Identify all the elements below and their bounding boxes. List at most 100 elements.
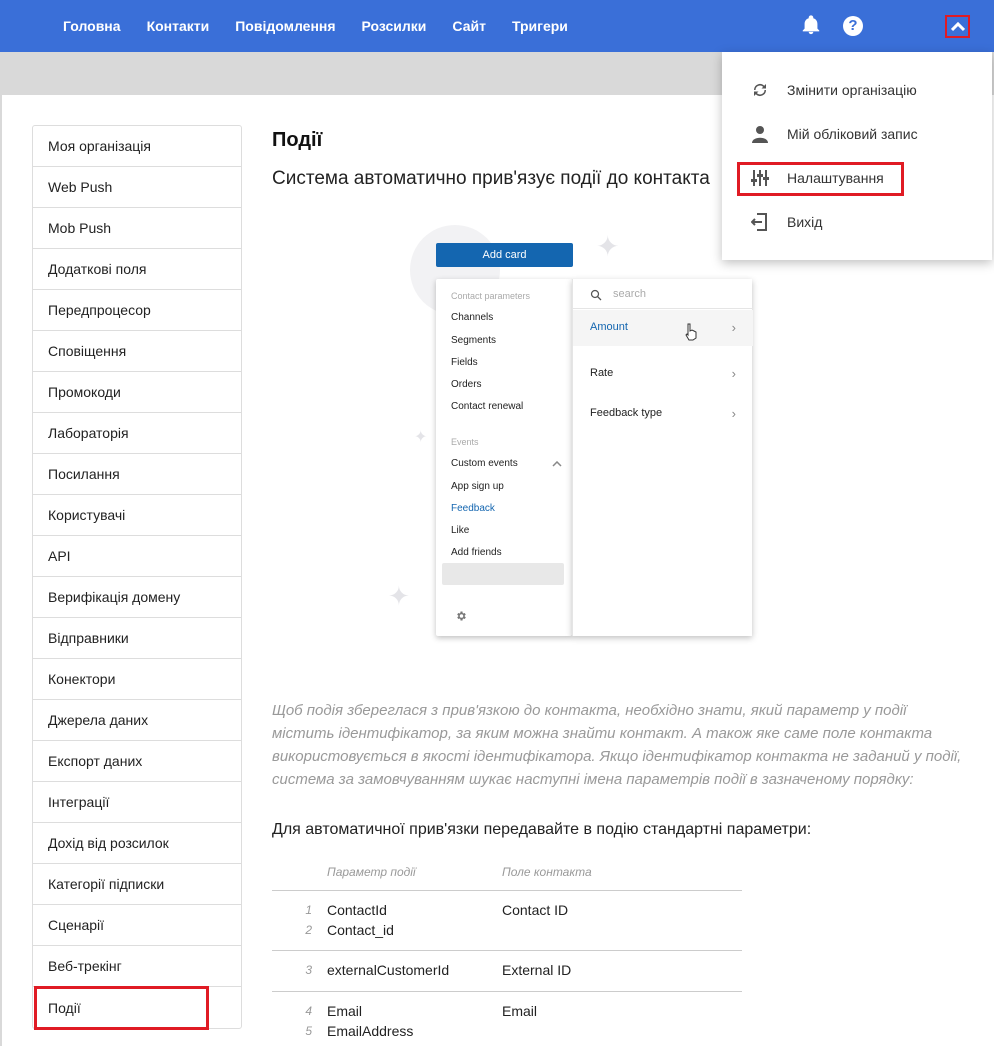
top-navigation-bar: Головна Контакти Повідомлення Розсилки С… (0, 0, 994, 52)
row-number: 3 (305, 963, 312, 977)
sidebar-item-web-tracking[interactable]: Веб-трекінг (33, 946, 241, 987)
sparkle-icon: ✦ (388, 581, 410, 611)
search-field: search (573, 279, 753, 309)
sidebar-item-links[interactable]: Посилання (33, 454, 241, 495)
row-number: 2 (305, 923, 312, 937)
chevron-up-icon (950, 21, 965, 31)
events-header: Events (451, 437, 479, 447)
help-icon[interactable]: ? (843, 16, 863, 36)
menu-item-my-account[interactable]: Мій обліковий запис (722, 117, 992, 151)
sidebar-item-connectors[interactable]: Конектори (33, 659, 241, 700)
add-card-button: Add card (436, 243, 573, 267)
sidebar-item-data-export[interactable]: Експорт даних (33, 741, 241, 782)
event-parameters-menu: search Amount › Rate › Feedback type › (572, 279, 753, 636)
chevron-right-icon: › (731, 406, 736, 421)
menu-item-rate: Rate (590, 367, 614, 379)
sidebar-item-campaign-revenue[interactable]: Дохід від розсилок (33, 823, 241, 864)
menu-item-label: Мій обліковий запис (787, 126, 918, 142)
selected-row-background (442, 563, 564, 585)
gear-icon (457, 611, 466, 621)
param-name: EmailAddress (327, 1023, 414, 1039)
search-icon (590, 289, 602, 301)
hand-cursor-icon (685, 323, 697, 341)
table-row: 4 Email 5 EmailAddress Email (272, 992, 742, 1046)
logout-icon (750, 212, 770, 232)
sidebar-item-api[interactable]: API (33, 536, 241, 577)
menu-item-contact-renewal: Contact renewal (451, 401, 524, 412)
sidebar-item-notifications[interactable]: Сповіщення (33, 331, 241, 372)
menu-item-like: Like (451, 525, 470, 536)
sidebar-item-domain-verification[interactable]: Верифікація домену (33, 577, 241, 618)
menu-item-logout[interactable]: Вихід (722, 205, 992, 239)
sidebar-item-additional-fields[interactable]: Додаткові поля (33, 249, 241, 290)
sidebar-item-laboratory[interactable]: Лабораторія (33, 413, 241, 454)
menu-item-orders: Orders (451, 379, 482, 390)
identifier-note: Щоб подія збереглася з прив'язкою до кон… (272, 702, 962, 788)
nav-contacts[interactable]: Контакти (134, 18, 223, 34)
sidebar-item-users[interactable]: Користувачі (33, 495, 241, 536)
nav-site[interactable]: Сайт (439, 18, 499, 34)
sparkle-icon: ✦ (596, 231, 620, 262)
chevron-right-icon: › (731, 366, 736, 381)
user-menu-toggle-button[interactable] (945, 15, 970, 38)
nav-messages[interactable]: Повідомлення (222, 18, 348, 34)
menu-item-add-friends: Add friends (451, 547, 502, 558)
sidebar-item-data-sources[interactable]: Джерела даних (33, 700, 241, 741)
parameters-table: Параметр події Поле контакта 1 ContactId… (272, 860, 742, 1046)
standard-params-intro: Для автоматичної прив'язки передавайте в… (272, 821, 812, 838)
menu-item-fields: Fields (451, 357, 478, 368)
nav-campaigns[interactable]: Розсилки (349, 18, 440, 34)
param-name: externalCustomerId (327, 962, 450, 978)
main-nav: Головна Контакти Повідомлення Розсилки С… (50, 0, 581, 52)
table-row: 3 externalCustomerId External ID (272, 951, 742, 992)
menu-item-feedback: Feedback (451, 503, 495, 514)
sync-icon (750, 80, 770, 100)
menu-item-amount: Amount (590, 321, 628, 333)
contact-field: Email (502, 1003, 538, 1019)
menu-item-custom-events: Custom events (451, 458, 518, 469)
contact-parameters-header: Contact parameters (451, 291, 531, 301)
sidebar-item-promocodes[interactable]: Промокоди (33, 372, 241, 413)
sparkle-icon: ✦ (414, 429, 428, 446)
menu-item-label: Вихід (787, 214, 823, 230)
table-header: Параметр події Поле контакта (272, 860, 742, 891)
events-illustration: ✦ ✦ ✦ Add card Contact parameters Channe… (380, 215, 780, 655)
row-number: 5 (305, 1024, 312, 1038)
menu-item-app-sign-up: App sign up (451, 481, 504, 492)
nav-triggers[interactable]: Тригери (499, 18, 581, 34)
menu-item-label: Змінити організацію (787, 82, 917, 98)
bell-icon[interactable] (800, 14, 822, 36)
page-title: Події (272, 129, 323, 151)
sidebar-item-my-organization[interactable]: Моя організація (33, 126, 241, 167)
parameters-menu: Contact parameters Channels Segments Fie… (436, 279, 572, 636)
menu-item-segments: Segments (451, 335, 497, 346)
column-header-event-parameter: Параметр події (327, 865, 416, 879)
param-name: ContactId (327, 902, 387, 918)
chevron-up-icon (552, 461, 562, 467)
chevron-right-icon: › (731, 320, 736, 335)
menu-item-feedback-type: Feedback type (590, 407, 663, 419)
menu-item-channels: Channels (451, 312, 494, 323)
sidebar-item-preprocessor[interactable]: Передпроцесор (33, 290, 241, 331)
nav-home[interactable]: Головна (50, 18, 134, 34)
param-name: Email (327, 1003, 363, 1019)
param-name: Contact_id (327, 922, 394, 938)
user-icon (750, 124, 770, 144)
sidebar-item-integrations[interactable]: Інтеграції (33, 782, 241, 823)
settings-sidebar: Моя організація Web Push Mob Push Додатк… (32, 125, 242, 1029)
active-item-highlight (34, 986, 209, 1030)
contact-field: Contact ID (502, 902, 569, 918)
sidebar-item-mob-push[interactable]: Mob Push (33, 208, 241, 249)
sidebar-item-subscription-categories[interactable]: Категорії підписки (33, 864, 241, 905)
sidebar-item-web-push[interactable]: Web Push (33, 167, 241, 208)
search-placeholder: search (613, 288, 647, 300)
sidebar-item-senders[interactable]: Відправники (33, 618, 241, 659)
table-row: 1 ContactId 2 Contact_id Contact ID (272, 891, 742, 951)
contact-field: External ID (502, 962, 572, 978)
page-subtitle: Система автоматично прив'язує події до к… (272, 168, 710, 189)
column-header-contact-field: Поле контакта (502, 865, 592, 879)
settings-item-highlight (737, 162, 904, 196)
menu-item-switch-organization[interactable]: Змінити організацію (722, 73, 992, 107)
user-dropdown-menu: Змінити організацію Мій обліковий запис … (722, 52, 992, 260)
sidebar-item-scenarios[interactable]: Сценарії (33, 905, 241, 946)
